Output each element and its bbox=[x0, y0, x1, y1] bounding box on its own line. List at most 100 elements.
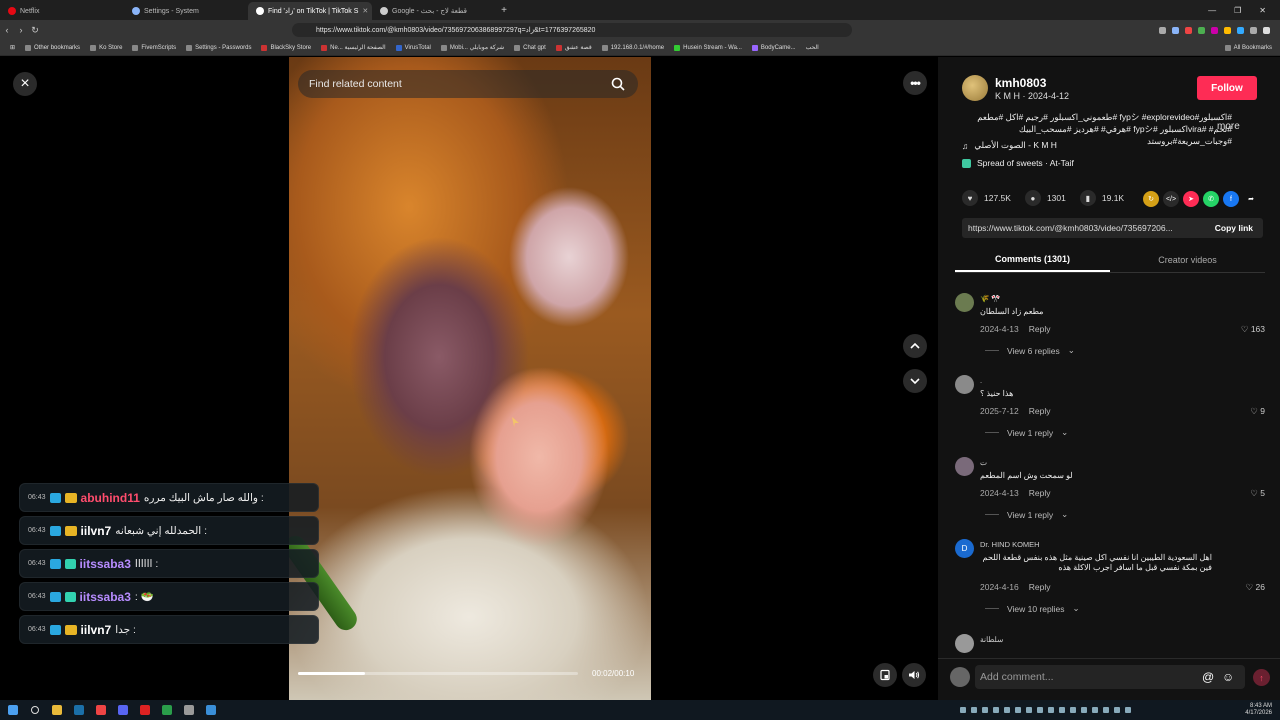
tab-tiktok[interactable]: Find 'زاد' on TikTok | TikTok S ✕ bbox=[248, 2, 372, 20]
avatar[interactable] bbox=[955, 634, 974, 653]
pip-button[interactable] bbox=[873, 663, 897, 687]
bookmark-item[interactable]: 192.168.0.1/#/home bbox=[601, 44, 664, 51]
bookmark-item[interactable]: BlackSky Store bbox=[261, 44, 311, 51]
repost-icon[interactable]: ↻ bbox=[1143, 191, 1159, 207]
taskbar-app[interactable] bbox=[48, 703, 66, 717]
bookmark-item[interactable]: Ko Store bbox=[90, 44, 122, 51]
sound-row[interactable]: ♫ الصوت الأصلي - K M H bbox=[962, 140, 1057, 151]
location-row[interactable]: Spread of sweets · At-Taif bbox=[962, 158, 1074, 168]
search-icon[interactable] bbox=[610, 76, 626, 92]
taskbar-app[interactable] bbox=[158, 703, 176, 717]
avatar[interactable] bbox=[955, 457, 974, 476]
comment-author[interactable]: . bbox=[980, 376, 982, 385]
bookmark-item[interactable]: Chat gpt bbox=[514, 44, 546, 51]
video-player[interactable] bbox=[289, 57, 651, 700]
tray-icon[interactable] bbox=[1059, 707, 1065, 713]
tray-icon[interactable] bbox=[1048, 707, 1054, 713]
tray-icon[interactable] bbox=[1125, 707, 1131, 713]
bookmark-item[interactable]: Husein Stream - Wa... bbox=[674, 44, 742, 51]
tray-icon[interactable] bbox=[971, 707, 977, 713]
comment-likes[interactable]: ♡ 5 bbox=[1250, 488, 1265, 499]
all-bookmarks-button[interactable]: All Bookmarks bbox=[1224, 44, 1280, 51]
new-tab-button[interactable]: + bbox=[496, 5, 512, 16]
extension-icon[interactable] bbox=[1224, 26, 1231, 34]
post-comment-button[interactable]: ↑ bbox=[1253, 669, 1270, 686]
close-button[interactable]: × bbox=[13, 72, 37, 96]
share-icon[interactable]: ➦ bbox=[1243, 191, 1259, 207]
bookmark-item[interactable]: الحب bbox=[806, 44, 819, 51]
tray-icon[interactable] bbox=[1103, 707, 1109, 713]
bookmark-item[interactable]: VirusTotal bbox=[395, 44, 431, 51]
follow-button[interactable]: Follow bbox=[1197, 76, 1257, 100]
close-tab-icon[interactable]: ✕ bbox=[362, 7, 368, 15]
tab-settings[interactable]: Settings - System bbox=[124, 2, 248, 20]
tab-netflix[interactable]: Netflix bbox=[0, 2, 124, 20]
extension-icon[interactable] bbox=[1250, 26, 1257, 34]
taskbar-app[interactable] bbox=[70, 703, 88, 717]
view-replies-button[interactable]: View 1 reply ⌄ bbox=[985, 509, 1068, 520]
more-options-button[interactable]: ••• bbox=[903, 71, 927, 95]
creator-username[interactable]: kmh0803 bbox=[995, 76, 1046, 90]
tray-icon[interactable] bbox=[1070, 707, 1076, 713]
start-button[interactable] bbox=[4, 703, 22, 717]
search-taskbar-button[interactable] bbox=[26, 703, 44, 717]
reply-button[interactable]: Reply bbox=[1029, 488, 1051, 498]
mention-icon[interactable]: @ bbox=[1202, 670, 1214, 684]
maximize-icon[interactable]: ❐ bbox=[1234, 6, 1241, 15]
comment-author[interactable]: Dr. HIND KOMEH bbox=[980, 540, 1040, 549]
find-related-search[interactable]: Find related content bbox=[298, 70, 638, 98]
extension-icon[interactable] bbox=[1237, 26, 1244, 34]
bookmark-item[interactable]: قصة عشق bbox=[555, 44, 592, 51]
tab-google[interactable]: Google - قطعة لاج - بحث bbox=[372, 2, 496, 20]
view-replies-button[interactable]: View 1 reply ⌄ bbox=[985, 427, 1068, 438]
previous-video-button[interactable] bbox=[903, 334, 927, 358]
tray-icon[interactable] bbox=[1092, 707, 1098, 713]
url-input[interactable]: https://www.tiktok.com/@kmh0803/video/73… bbox=[292, 23, 852, 37]
comment-likes[interactable]: ♡ 163 bbox=[1241, 324, 1265, 335]
bookmark-item[interactable]: Settings - Passwords bbox=[186, 44, 251, 51]
video-progress-bar[interactable] bbox=[298, 672, 578, 675]
facebook-icon[interactable]: f bbox=[1223, 191, 1239, 207]
tab-creator-videos[interactable]: Creator videos bbox=[1110, 247, 1265, 272]
reply-button[interactable]: Reply bbox=[1029, 324, 1051, 334]
taskbar-app[interactable] bbox=[202, 703, 220, 717]
volume-button[interactable] bbox=[902, 663, 926, 687]
reload-icon[interactable]: ↻ bbox=[28, 25, 42, 36]
extension-icon[interactable] bbox=[1198, 26, 1205, 34]
embed-icon[interactable]: </> bbox=[1163, 191, 1179, 207]
emoji-icon[interactable]: ☺ bbox=[1222, 670, 1234, 684]
avatar[interactable] bbox=[962, 75, 988, 101]
reply-button[interactable]: Reply bbox=[1029, 406, 1051, 416]
next-video-button[interactable] bbox=[903, 369, 927, 393]
taskbar-app[interactable] bbox=[180, 703, 198, 717]
clock[interactable]: 8:43 AM 4/17/2026 bbox=[1245, 703, 1280, 717]
bookmark-item[interactable]: Mobi... شركة موبايلي bbox=[440, 44, 504, 51]
tray-icon[interactable] bbox=[960, 707, 966, 713]
avatar[interactable] bbox=[955, 293, 974, 312]
view-replies-button[interactable]: View 6 replies ⌄ bbox=[985, 345, 1075, 356]
heart-icon[interactable]: ♥ bbox=[962, 190, 978, 206]
apps-icon[interactable]: ⊞ bbox=[10, 44, 15, 51]
tab-comments[interactable]: Comments (1301) bbox=[955, 247, 1110, 272]
close-window-icon[interactable]: ✕ bbox=[1259, 6, 1266, 15]
view-replies-button[interactable]: View 10 replies ⌄ bbox=[985, 603, 1080, 614]
tray-icon[interactable] bbox=[1015, 707, 1021, 713]
comment-likes[interactable]: ♡ 26 bbox=[1246, 582, 1265, 593]
back-icon[interactable]: ‹ bbox=[0, 25, 14, 35]
more-link[interactable]: more bbox=[1217, 121, 1240, 132]
forward-icon[interactable]: › bbox=[14, 25, 28, 35]
send-icon[interactable]: ➤ bbox=[1183, 191, 1199, 207]
tray-icon[interactable] bbox=[1026, 707, 1032, 713]
bookmark-item[interactable]: Other bookmarks bbox=[25, 44, 80, 51]
comment-icon[interactable]: ● bbox=[1024, 190, 1041, 206]
tray-icon[interactable] bbox=[993, 707, 999, 713]
bookmark-item[interactable]: Ne... الصفحة الرئيسية bbox=[321, 44, 386, 51]
taskbar-app[interactable] bbox=[136, 703, 154, 717]
avatar[interactable] bbox=[955, 375, 974, 394]
minimize-icon[interactable]: — bbox=[1208, 6, 1216, 15]
extension-icon[interactable] bbox=[1159, 26, 1166, 34]
bookmark-item[interactable]: FivemScripts bbox=[132, 44, 176, 51]
avatar[interactable]: D bbox=[955, 539, 974, 558]
tray-icon[interactable] bbox=[1081, 707, 1087, 713]
extension-icon[interactable] bbox=[1172, 26, 1179, 34]
